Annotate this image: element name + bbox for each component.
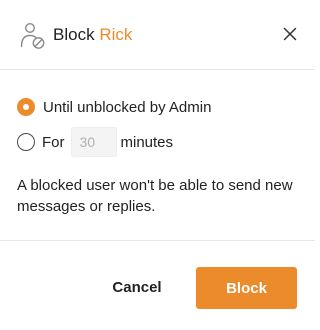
dialog-header: Block Rick bbox=[0, 0, 315, 70]
user-block-icon bbox=[20, 22, 46, 50]
minutes-label: minutes bbox=[120, 133, 174, 151]
cancel-button[interactable]: Cancel bbox=[99, 270, 175, 304]
title-prefix: Block bbox=[53, 25, 95, 44]
option-until-unblocked[interactable]: Until unblocked by Admin bbox=[17, 96, 211, 118]
block-button[interactable]: Block bbox=[196, 267, 297, 309]
dialog-title: Block Rick bbox=[53, 25, 132, 45]
close-icon bbox=[283, 27, 297, 41]
until-unblocked-label: Until unblocked by Admin bbox=[43, 98, 212, 116]
for-label: For bbox=[42, 133, 65, 151]
footer-divider bbox=[0, 240, 315, 241]
block-note: A blocked user won't be able to send new… bbox=[17, 177, 293, 215]
title-user-name: Rick bbox=[99, 25, 133, 44]
option-for-minutes[interactable]: For minutes bbox=[17, 127, 174, 157]
minutes-input[interactable] bbox=[70, 127, 117, 157]
for-minutes-radio[interactable] bbox=[17, 133, 35, 151]
until-unblocked-radio[interactable] bbox=[17, 98, 35, 116]
block-user-dialog: Block Rick Until unblocked by Admin For … bbox=[0, 0, 315, 330]
close-button[interactable] bbox=[279, 23, 301, 45]
